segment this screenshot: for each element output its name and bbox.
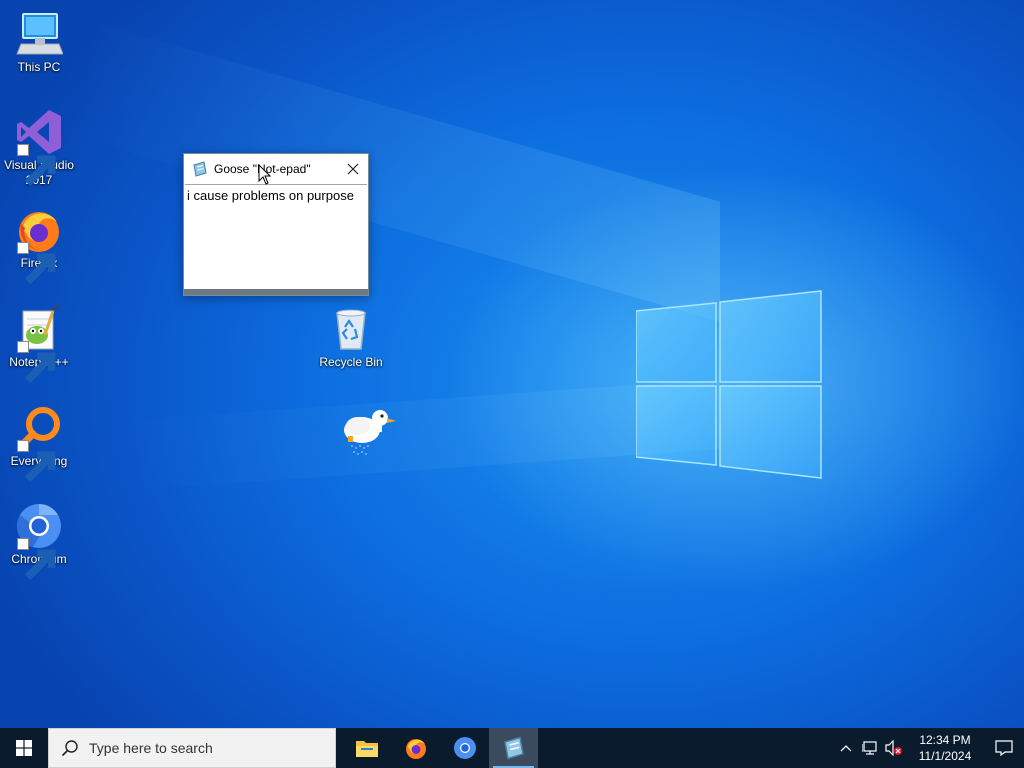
shortcut-arrow-icon — [17, 242, 56, 285]
desktop-icon-firefox[interactable]: Firefox — [0, 206, 78, 285]
notepad-icon — [193, 161, 207, 177]
system-tray: 12:34 PM 11/1/2024 — [834, 728, 1024, 768]
shortcut-arrow-icon — [17, 144, 56, 187]
notepad-plus-plus-icon — [15, 305, 63, 384]
show-hidden-icons-button[interactable] — [834, 728, 858, 768]
desktop-icon-everything[interactable]: Everything — [0, 404, 78, 483]
clock-time: 12:34 PM — [919, 733, 971, 747]
network-icon — [862, 741, 877, 755]
notepad-title: Goose "Not-epad" — [214, 162, 311, 176]
desktop-icon-visual-studio[interactable]: Visual Studio 2017 — [0, 108, 78, 188]
desktop-icon-recycle-bin[interactable]: Recycle Bin — [312, 305, 390, 370]
notepad-window[interactable]: Goose "Not-epad" i cause problems on pur… — [183, 153, 369, 296]
computer-icon — [15, 10, 63, 58]
shortcut-arrow-icon — [17, 538, 56, 581]
desktop-icon-this-pc[interactable]: This PC — [0, 10, 78, 75]
chromium-icon — [15, 502, 63, 581]
search-icon — [61, 740, 78, 757]
volume-muted-icon — [885, 740, 902, 756]
close-icon — [347, 163, 359, 175]
taskbar: Type here to search 12:34 PM 11/1/2024 — [0, 728, 1024, 768]
shortcut-arrow-icon — [17, 440, 56, 483]
firefox-icon — [15, 206, 63, 285]
taskbar-app-firefox[interactable] — [391, 728, 440, 768]
windows-logo-wallpaper — [636, 290, 822, 479]
notepad-titlebar[interactable]: Goose "Not-epad" — [184, 154, 368, 184]
search-placeholder: Type here to search — [89, 740, 213, 756]
notepad-text-area[interactable]: i cause problems on purpose — [185, 184, 367, 288]
network-button[interactable] — [858, 728, 882, 768]
chromium-icon — [453, 737, 476, 759]
mouse-pointer-icon — [258, 164, 272, 185]
clock-date: 11/1/2024 — [918, 749, 972, 763]
taskbar-app-file-explorer[interactable] — [342, 728, 391, 768]
desktop-icon-notepad-plus-plus[interactable]: Notepad++ — [0, 305, 78, 384]
firefox-icon — [405, 739, 426, 759]
recycle-bin-icon — [327, 305, 375, 353]
volume-button[interactable] — [882, 728, 906, 768]
taskbar-search-box[interactable]: Type here to search — [48, 728, 336, 768]
action-center-button[interactable] — [984, 728, 1024, 768]
desktop-goose[interactable] — [338, 402, 400, 460]
taskbar-app-chromium[interactable] — [440, 728, 489, 768]
visual-studio-icon — [15, 108, 63, 187]
notification-icon — [995, 740, 1013, 756]
notepad-statusbar — [184, 289, 368, 295]
shortcut-arrow-icon — [17, 341, 56, 384]
start-button[interactable] — [0, 728, 48, 768]
desktop[interactable]: This PC Visual Studio 2017 Firefox Notep… — [0, 0, 1024, 728]
notepad-icon — [503, 736, 524, 760]
folder-icon — [355, 741, 378, 757]
desktop-icon-label: This PC — [17, 60, 61, 74]
taskbar-app-notepad[interactable] — [489, 728, 538, 768]
desktop-icon-chromium[interactable]: Chromium — [0, 502, 78, 581]
close-button[interactable] — [338, 154, 368, 184]
light-beam — [80, 18, 720, 322]
desktop-icon-label: Recycle Bin — [319, 355, 383, 369]
windows-start-icon — [16, 740, 32, 756]
clock[interactable]: 12:34 PM 11/1/2024 — [910, 732, 980, 764]
everything-search-icon — [15, 404, 63, 483]
chevron-up-icon — [840, 745, 852, 752]
light-beam — [120, 379, 720, 491]
